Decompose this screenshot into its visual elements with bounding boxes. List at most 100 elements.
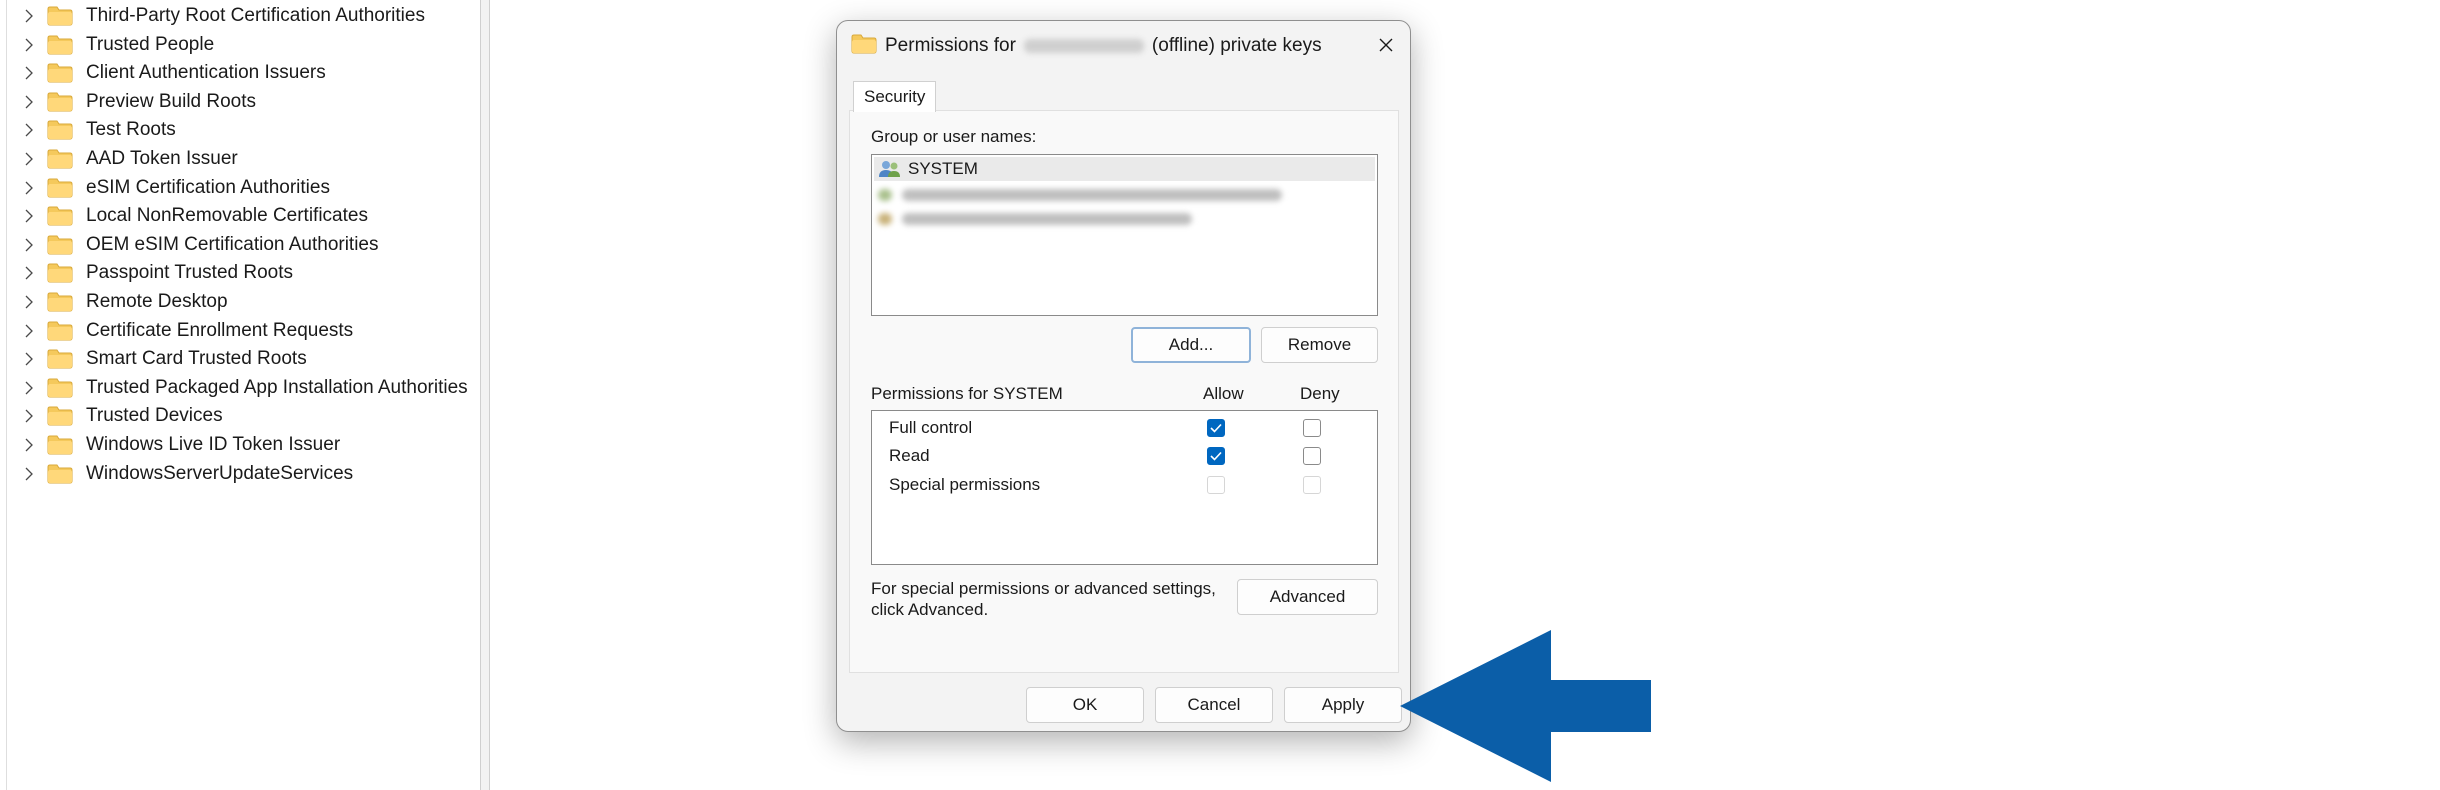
list-item-system[interactable]: SYSTEM xyxy=(874,157,1375,181)
tree-item[interactable]: WindowsServerUpdateServices xyxy=(0,460,353,488)
folder-icon xyxy=(47,292,73,312)
permission-row-read: Read xyxy=(872,442,1377,470)
redacted-key-name xyxy=(1023,38,1144,53)
folder-icon xyxy=(47,6,73,26)
tree-item[interactable]: AAD Token Issuer xyxy=(0,145,238,173)
permissions-header: Permissions for SYSTEM xyxy=(871,384,1063,403)
folder-icon xyxy=(47,120,73,140)
user-listbox[interactable]: SYSTEM xyxy=(871,154,1378,316)
read-deny-checkbox[interactable] xyxy=(1303,447,1321,465)
chevron-right-icon[interactable] xyxy=(21,37,37,53)
chevron-right-icon[interactable] xyxy=(21,294,37,310)
tree-item-label: Trusted Packaged App Installation Author… xyxy=(86,376,468,398)
chevron-right-icon[interactable] xyxy=(21,8,37,24)
folder-icon xyxy=(47,464,73,484)
advanced-button[interactable]: Advanced xyxy=(1237,579,1378,615)
tree-item[interactable]: eSIM Certification Authorities xyxy=(0,174,330,202)
permission-row-special: Special permissions xyxy=(872,471,1377,499)
permissions-dialog: Permissions for (offline) private keys Se… xyxy=(836,20,1411,732)
tree-item[interactable]: Test Roots xyxy=(0,116,176,144)
chevron-right-icon[interactable] xyxy=(21,208,37,224)
tree-item-label: Passpoint Trusted Roots xyxy=(86,262,293,284)
special-allow-checkbox xyxy=(1207,476,1225,494)
chevron-right-icon[interactable] xyxy=(21,323,37,339)
chevron-right-icon[interactable] xyxy=(21,122,37,138)
tree-item[interactable]: Preview Build Roots xyxy=(0,88,256,116)
tab-security[interactable]: Security xyxy=(853,81,937,112)
tree-item-label: Test Roots xyxy=(86,119,176,141)
list-item-redacted-1[interactable] xyxy=(878,183,1282,207)
allow-column-header: Allow xyxy=(1203,384,1244,403)
close-button[interactable] xyxy=(1370,29,1402,61)
tree-item-label: Windows Live ID Token Issuer xyxy=(86,434,341,455)
folder-icon xyxy=(47,263,73,283)
tree-item[interactable]: Local NonRemovable Certificates xyxy=(0,202,368,230)
tree-item-label: Trusted People xyxy=(86,33,215,55)
ok-button[interactable]: OK xyxy=(1026,687,1144,723)
list-item-redacted-2[interactable] xyxy=(878,207,1192,231)
full-control-allow-checkbox[interactable] xyxy=(1207,419,1225,437)
dialog-title-prefix: Permissions for xyxy=(885,35,1016,56)
redacted-group-name xyxy=(902,213,1192,225)
tree-item[interactable]: Windows Live ID Token Issuer xyxy=(0,431,340,459)
permission-name: Special permissions xyxy=(889,475,1041,494)
folder-icon xyxy=(47,349,73,369)
tree-item[interactable]: Trusted Packaged App Installation Author… xyxy=(0,374,468,402)
tree-item-label: Remote Desktop xyxy=(86,291,228,312)
chevron-right-icon[interactable] xyxy=(21,408,37,424)
redacted-user-name xyxy=(902,189,1282,201)
certificate-tree: Third-Party Root Certification Authoriti… xyxy=(0,0,481,790)
permission-name: Read xyxy=(889,446,930,465)
cancel-button[interactable]: Cancel xyxy=(1155,687,1273,723)
chevron-right-icon[interactable] xyxy=(21,180,37,196)
chevron-right-icon[interactable] xyxy=(21,94,37,110)
apply-button[interactable]: Apply xyxy=(1284,687,1402,723)
tree-item-label: Certificate Enrollment Requests xyxy=(86,319,354,341)
chevron-right-icon[interactable] xyxy=(21,437,37,453)
add-button[interactable]: Add... xyxy=(1131,327,1251,363)
chevron-right-icon[interactable] xyxy=(21,351,37,367)
tree-item-label: OEM eSIM Certification Authorities xyxy=(86,233,379,255)
tree-item-label: Client Authentication Issuers xyxy=(86,62,326,84)
redacted-group-icon xyxy=(878,213,892,225)
tree-item-label: Smart Card Trusted Roots xyxy=(86,348,307,370)
tree-item-label: WindowsServerUpdateServices xyxy=(86,462,354,484)
tree-item-label: AAD Token Issuer xyxy=(86,148,238,169)
dialog-title-suffix: (offline) private keys xyxy=(1151,35,1322,56)
checkmark-icon xyxy=(1210,451,1222,461)
chevron-right-icon[interactable] xyxy=(21,65,37,81)
chevron-right-icon[interactable] xyxy=(21,265,37,281)
chevron-right-icon[interactable] xyxy=(21,380,37,396)
dialog-titlebar[interactable]: Permissions for (offline) private keys xyxy=(837,21,1410,69)
dialog-title: Permissions for (offline) private keys xyxy=(885,35,1322,57)
chevron-right-icon[interactable] xyxy=(21,466,37,482)
special-deny-checkbox xyxy=(1303,476,1321,494)
folder-icon xyxy=(851,34,877,54)
read-allow-checkbox[interactable] xyxy=(1207,447,1225,465)
pane-splitter[interactable] xyxy=(480,0,490,790)
permission-name: Full control xyxy=(889,418,973,437)
tree-item[interactable]: Smart Card Trusted Roots xyxy=(0,345,307,373)
folder-icon xyxy=(47,92,73,112)
redacted-user-icon xyxy=(878,189,892,201)
tree-item[interactable]: Passpoint Trusted Roots xyxy=(0,259,293,287)
user-name: SYSTEM xyxy=(908,159,978,178)
tree-item-label: eSIM Certification Authorities xyxy=(86,176,330,198)
tree-item[interactable]: Client Authentication Issuers xyxy=(0,59,326,87)
full-control-deny-checkbox[interactable] xyxy=(1303,419,1321,437)
tree-item[interactable]: Remote Desktop xyxy=(0,288,228,316)
advanced-hint-line-2: click Advanced. xyxy=(871,600,989,619)
remove-button[interactable]: Remove xyxy=(1261,327,1378,363)
chevron-right-icon[interactable] xyxy=(21,237,37,253)
users-icon xyxy=(879,161,900,177)
permissions-list: Full control Read Special permissions xyxy=(871,410,1378,565)
tree-item[interactable]: Trusted Devices xyxy=(0,402,223,430)
tree-item[interactable]: Certificate Enrollment Requests xyxy=(0,317,353,345)
tree-item[interactable]: Trusted People xyxy=(0,31,214,59)
arrow-annotation-icon xyxy=(1400,630,1651,782)
tree-item[interactable]: Third-Party Root Certification Authoriti… xyxy=(0,2,425,30)
advanced-hint-line-1: For special permissions or advanced sett… xyxy=(871,579,1216,598)
deny-column-header: Deny xyxy=(1300,384,1340,403)
chevron-right-icon[interactable] xyxy=(21,151,37,167)
tree-item[interactable]: OEM eSIM Certification Authorities xyxy=(0,231,379,259)
